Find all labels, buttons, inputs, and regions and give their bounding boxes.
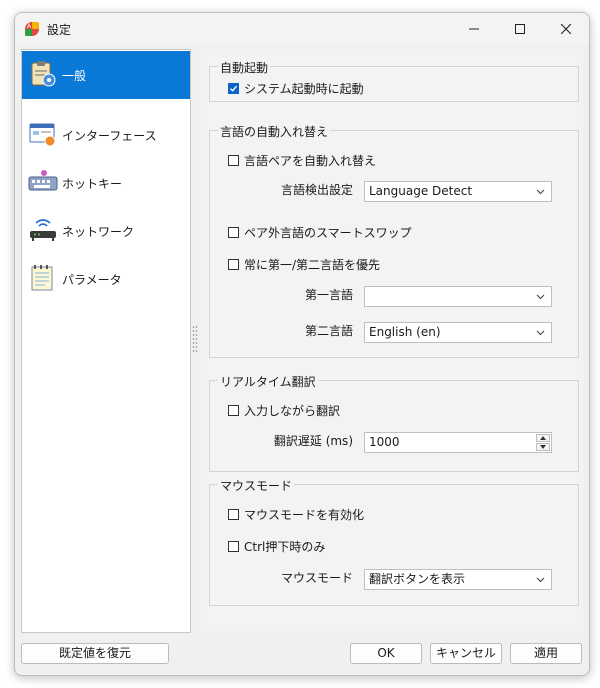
- sidebar-item-hotkeys[interactable]: ホットキー: [22, 159, 190, 207]
- sidebar-item-interface[interactable]: インターフェース: [22, 111, 190, 159]
- checkbox-box: [228, 509, 239, 520]
- caret-down-icon: [540, 445, 546, 449]
- mouse-mode-label: マウスモード: [280, 571, 353, 585]
- sidebar-item-network[interactable]: ネットワーク: [22, 207, 190, 255]
- cancel-button[interactable]: キャンセル: [430, 643, 502, 664]
- checkbox-box: [228, 405, 239, 416]
- detect-settings-label: 言語検出設定: [280, 183, 353, 197]
- checkbox-label: 常に第一/第二言語を優先: [244, 258, 381, 272]
- spinbox-value: 1000: [369, 435, 400, 449]
- minimize-button[interactable]: [451, 13, 497, 45]
- swap-pair-checkbox[interactable]: 言語ペアを自動入れ替え: [228, 152, 376, 169]
- notepad-icon: [31, 265, 53, 291]
- checkbox-label: 入力しながら翻訳: [244, 404, 341, 418]
- translation-delay-label: 翻訳遅延 (ms): [273, 434, 353, 448]
- enable-mouse-mode-checkbox[interactable]: マウスモードを有効化: [228, 506, 364, 523]
- second-language-dropdown[interactable]: English (en): [364, 322, 552, 343]
- realtime-translation-group: リアルタイム翻訳 入力しながら翻訳 翻訳遅延 (ms) 1000: [209, 373, 579, 472]
- checkbox-label: ペア外言語のスマートスワップ: [244, 226, 412, 240]
- close-icon: [561, 24, 571, 34]
- checkbox-label: システム起動時に起動: [244, 82, 364, 96]
- prefer-languages-checkbox[interactable]: 常に第一/第二言語を優先: [228, 256, 380, 273]
- app-icon: A: [25, 22, 39, 36]
- dropdown-value: Language Detect: [369, 184, 473, 198]
- sidebar-item-label: 一般: [62, 69, 87, 83]
- smart-swap-checkbox[interactable]: ペア外言語のスマートスワップ: [228, 224, 412, 241]
- ok-button[interactable]: OK: [350, 643, 422, 664]
- close-button[interactable]: [543, 13, 589, 45]
- sidebar-item-label: インターフェース: [62, 129, 157, 143]
- first-language-dropdown[interactable]: [364, 286, 552, 307]
- first-language-label: 第一言語: [304, 288, 353, 302]
- sidebar-item-general[interactable]: 一般: [22, 51, 190, 99]
- apply-button[interactable]: 適用: [510, 643, 582, 664]
- spinbox-buttons: [536, 434, 550, 451]
- checkbox-box: [228, 155, 239, 166]
- maximize-icon: [515, 24, 525, 34]
- button-label: 適用: [533, 646, 558, 660]
- mouse-mode-group: マウスモード マウスモードを有効化 Ctrl押下時のみ マウスモード 翻訳ボタン…: [209, 477, 579, 606]
- sidebar-item-label: ネットワーク: [62, 225, 135, 239]
- title-bar[interactable]: A 設定: [15, 13, 589, 45]
- startup-checkbox[interactable]: システム起動時に起動: [228, 80, 364, 97]
- button-label: OK: [377, 646, 395, 660]
- chevron-down-icon: [536, 577, 545, 583]
- maximize-button[interactable]: [497, 13, 543, 45]
- checkbox-label: マウスモードを有効化: [244, 508, 365, 522]
- second-language-label: 第二言語: [304, 324, 353, 338]
- checkbox-box: [228, 259, 239, 270]
- checkmark-icon: [230, 85, 238, 92]
- window-interface-icon: [29, 123, 56, 147]
- sidebar-item-label: ホットキー: [62, 177, 123, 191]
- button-label: 既定値を復元: [58, 646, 131, 660]
- group-title: リアルタイム翻訳: [218, 373, 318, 390]
- ctrl-only-checkbox[interactable]: Ctrl押下時のみ: [228, 538, 325, 555]
- splitter-handle[interactable]: [192, 325, 198, 353]
- router-icon: [30, 219, 56, 241]
- spin-up-button[interactable]: [536, 434, 550, 442]
- settings-window: A 設定 一般 インターフェース ホットキー ネットワーク パラメータ 自動起動…: [14, 12, 590, 676]
- auto-swap-group: 言語の自動入れ替え 言語ペアを自動入れ替え 言語検出設定 Language De…: [209, 123, 579, 358]
- translate-while-typing-checkbox[interactable]: 入力しながら翻訳: [228, 402, 340, 419]
- sidebar-item-label: パラメータ: [62, 273, 122, 287]
- minimize-icon: [469, 28, 479, 30]
- chevron-down-icon: [536, 330, 545, 336]
- checkbox-label: 言語ペアを自動入れ替え: [244, 154, 377, 168]
- checkbox-box: [228, 541, 239, 552]
- clipboard-settings-icon: [31, 61, 56, 87]
- checkbox-label: Ctrl押下時のみ: [244, 540, 326, 554]
- keyboard-icon: [28, 170, 58, 191]
- autostart-group: 自動起動 システム起動時に起動: [209, 59, 579, 102]
- general-settings-panel: 自動起動 システム起動時に起動 言語の自動入れ替え 言語ペアを自動入れ替え 言語…: [201, 49, 583, 631]
- chevron-down-icon: [536, 189, 545, 195]
- dropdown-value: 翻訳ボタンを表示: [369, 572, 466, 586]
- mouse-mode-dropdown[interactable]: 翻訳ボタンを表示: [364, 569, 552, 590]
- group-title: マウスモード: [218, 477, 295, 494]
- button-label: キャンセル: [435, 646, 496, 660]
- group-title: 言語の自動入れ替え: [218, 123, 331, 140]
- caret-up-icon: [540, 436, 546, 440]
- window-title: 設定: [47, 23, 72, 37]
- settings-sidebar: 一般 インターフェース ホットキー ネットワーク パラメータ: [21, 49, 191, 633]
- checkbox-box: [228, 83, 239, 94]
- sidebar-item-parameters[interactable]: パラメータ: [22, 255, 190, 303]
- detect-settings-dropdown[interactable]: Language Detect: [364, 181, 552, 202]
- spin-down-button[interactable]: [536, 443, 550, 451]
- translation-delay-spinbox[interactable]: 1000: [364, 432, 552, 453]
- chevron-down-icon: [536, 294, 545, 300]
- checkbox-box: [228, 227, 239, 238]
- group-title: 自動起動: [218, 59, 271, 76]
- restore-defaults-button[interactable]: 既定値を復元: [21, 643, 169, 664]
- dropdown-value: English (en): [369, 325, 441, 339]
